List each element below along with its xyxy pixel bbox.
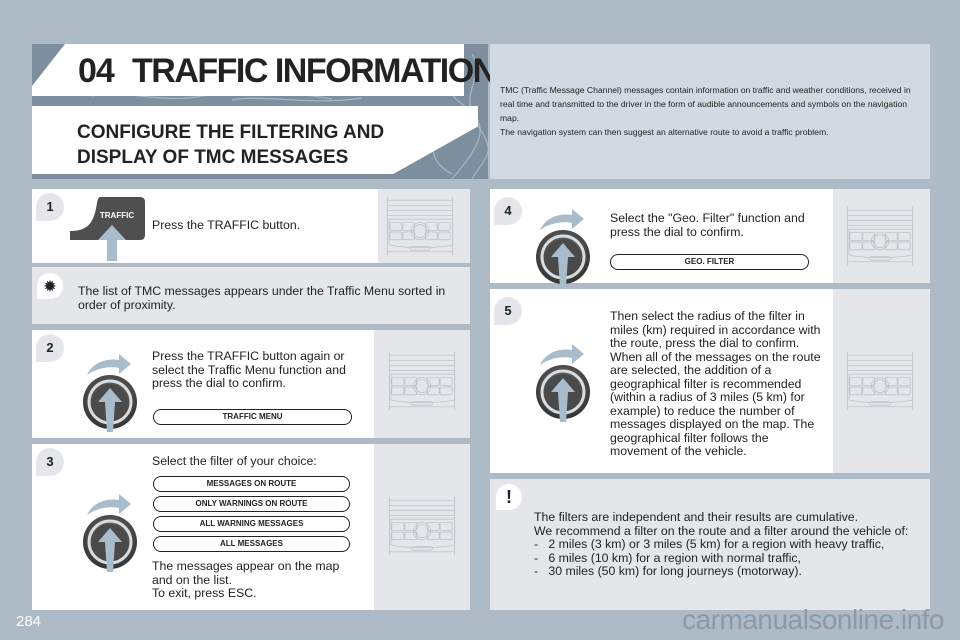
step-number-badge: 3	[36, 448, 64, 476]
warning-line: We recommend a filter on the route and a…	[534, 523, 909, 538]
step-number-badge: 2	[36, 334, 64, 362]
warning-text: The filters are independent and their re…	[534, 510, 924, 579]
intro-paragraph: TMC (Traffic Message Channel) messages c…	[500, 85, 911, 123]
step-2-text: Press the TRAFFIC button again or select…	[152, 349, 346, 390]
warning-line: The filters are independent and their re…	[534, 510, 858, 524]
dial-icon	[75, 340, 145, 435]
dial-icon	[75, 480, 145, 575]
menu-item-all-messages[interactable]: ALL MESSAGES	[153, 536, 350, 552]
warning-bullet: - 2 miles (3 km) or 3 miles (5 km) for a…	[534, 537, 885, 551]
radio-panel-image	[382, 350, 462, 412]
step-3-after-text: The messages appear on the map and on th…	[152, 559, 367, 601]
tip-text: The list of TMC messages appears under t…	[78, 284, 446, 312]
menu-item-all-warning-messages[interactable]: ALL WARNING MESSAGES	[153, 516, 350, 532]
intro-text: TMC (Traffic Message Channel) messages c…	[500, 83, 920, 139]
text-line: The messages appear on the map	[152, 559, 340, 573]
radio-panel-image	[840, 205, 920, 267]
dial-icon	[528, 195, 598, 290]
radio-panel-image	[380, 195, 460, 257]
step-number-badge: 4	[494, 197, 522, 225]
traffic-button-icon: TRAFFIC	[70, 197, 145, 261]
warning-bullet: - 6 miles (10 km) for a region with norm…	[534, 550, 801, 565]
bullet-text: 6 miles (10 km) for a region with normal…	[548, 550, 801, 565]
step-1-text: Press the TRAFFIC button.	[152, 218, 301, 232]
exclamation-icon: !	[496, 484, 522, 510]
step-3-text: Select the filter of your choice:	[152, 454, 317, 468]
dial-icon	[528, 330, 598, 425]
menu-item-traffic-menu[interactable]: TRAFFIC MENU	[153, 409, 352, 425]
chapter-title: TRAFFIC INFORMATION	[132, 52, 497, 90]
intro-paragraph: The navigation system can then suggest a…	[500, 127, 829, 137]
lightbulb-icon: ✹	[37, 273, 63, 299]
bullet-text: 30 miles (50 km) for long journeys (moto…	[548, 564, 802, 578]
text-line: and on the list.	[152, 572, 232, 587]
page-number: 284	[16, 613, 42, 630]
watermark: carmanualsonline.info	[682, 604, 944, 635]
step-number-badge: 5	[494, 297, 522, 325]
step-4-text: Select the "Geo. Filter" function and pr…	[610, 211, 805, 239]
step-number-badge: 1	[36, 193, 64, 221]
radio-panel-image	[382, 495, 462, 557]
step-5-text: Then select the radius of the filter in …	[610, 309, 821, 458]
menu-item-messages-on-route[interactable]: MESSAGES ON ROUTE	[153, 476, 350, 492]
menu-item-geo-filter[interactable]: GEO. FILTER	[610, 254, 809, 270]
warning-bullet: - 30 miles (50 km) for long journeys (mo…	[534, 564, 802, 578]
section-title: CONFIGURE THE FILTERING AND DISPLAY OF T…	[77, 122, 385, 168]
radio-panel-image	[840, 350, 920, 412]
bullet-text: 2 miles (3 km) or 3 miles (5 km) for a r…	[548, 537, 885, 551]
text-line: To exit, press ESC.	[152, 586, 257, 600]
svg-text:TRAFFIC: TRAFFIC	[100, 211, 134, 220]
chapter-number: 04	[78, 52, 115, 90]
menu-item-only-warnings-on-route[interactable]: ONLY WARNINGS ON ROUTE	[153, 496, 350, 512]
